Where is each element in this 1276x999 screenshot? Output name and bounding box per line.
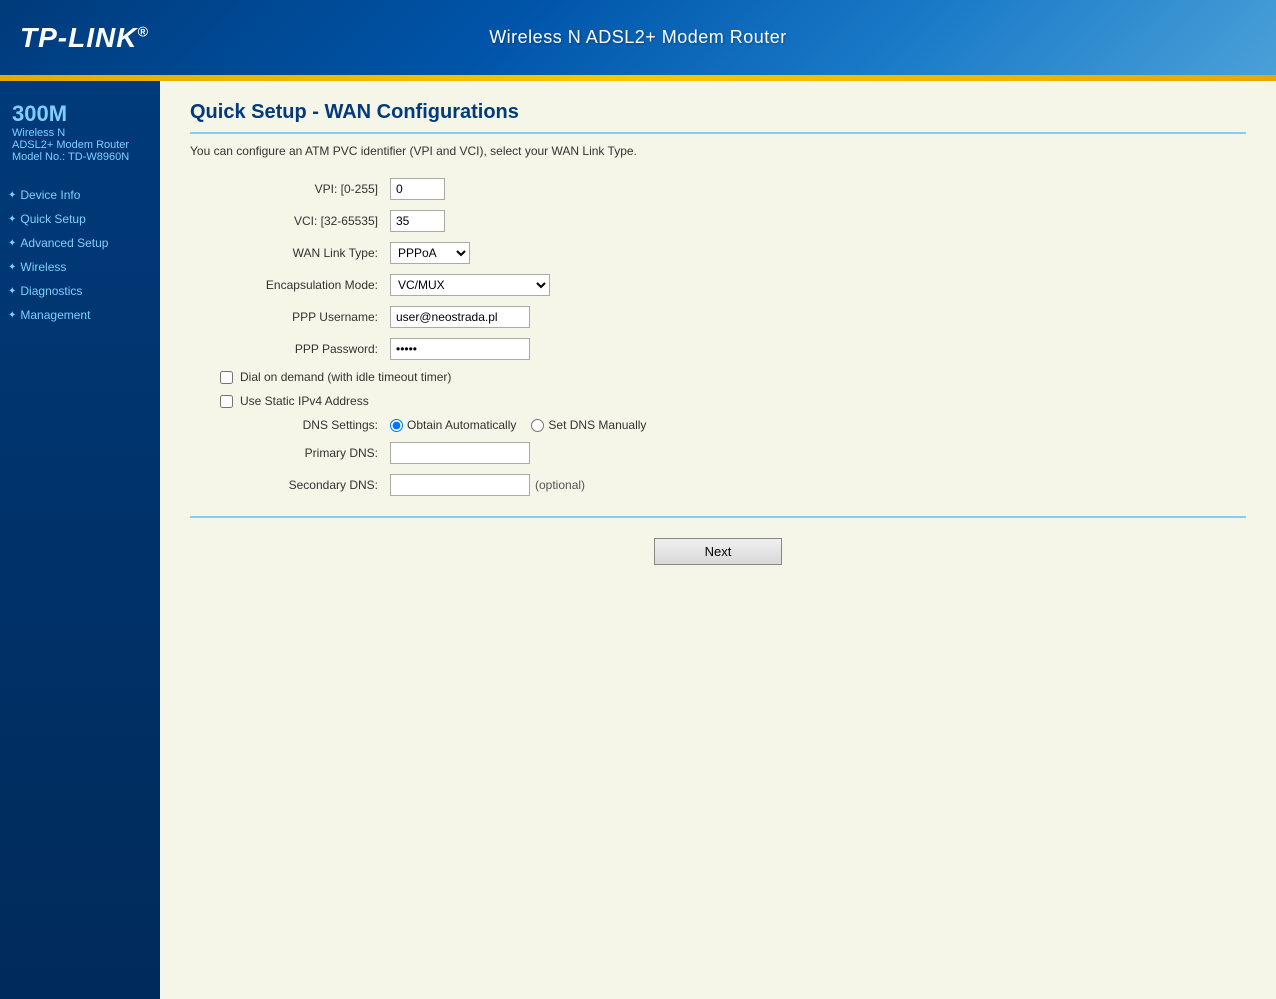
ppp-password-input[interactable] — [390, 338, 530, 360]
wan-link-type-row: WAN Link Type: PPPoA PPPoE IPoA Bridge — [190, 242, 1246, 264]
primary-dns-label: Primary DNS: — [190, 446, 390, 460]
dial-on-demand-label: Dial on demand (with idle timeout timer) — [240, 370, 451, 384]
secondary-dns-input[interactable] — [390, 474, 530, 496]
vpi-label: VPI: [0-255] — [190, 182, 390, 196]
brand-model: Model No.: TD-W8960N — [12, 151, 148, 163]
wan-link-type-label: WAN Link Type: — [190, 246, 390, 260]
bullet-icon: ✦ — [8, 286, 16, 297]
brand-wireless: Wireless N — [12, 127, 148, 139]
wan-link-type-select[interactable]: PPPoA PPPoE IPoA Bridge — [390, 242, 470, 264]
sidebar-item-wireless[interactable]: ✦ Wireless — [0, 255, 160, 279]
sidebar-item-management[interactable]: ✦ Management — [0, 303, 160, 327]
bullet-icon: ✦ — [8, 310, 16, 321]
brand-adsl: ADSL2+ Modem Router — [12, 139, 148, 151]
static-ipv4-row: Use Static IPv4 Address — [190, 394, 1246, 408]
sidebar-item-advanced-setup[interactable]: ✦ Advanced Setup — [0, 231, 160, 255]
description: You can configure an ATM PVC identifier … — [190, 144, 1246, 158]
vpi-input[interactable] — [390, 178, 445, 200]
button-row: Next — [190, 538, 1246, 565]
dial-on-demand-checkbox[interactable] — [220, 371, 233, 384]
secondary-dns-label: Secondary DNS: — [190, 478, 390, 492]
static-ipv4-checkbox[interactable] — [220, 395, 233, 408]
sidebar-item-label: Diagnostics — [20, 284, 82, 298]
vci-input[interactable] — [390, 210, 445, 232]
encapsulation-label: Encapsulation Mode: — [190, 278, 390, 292]
main-content: Quick Setup - WAN Configurations You can… — [160, 81, 1276, 999]
optional-text: (optional) — [535, 478, 585, 492]
dial-on-demand-row: Dial on demand (with idle timeout timer) — [190, 370, 1246, 384]
sidebar-item-device-info[interactable]: ✦ Device Info — [0, 183, 160, 207]
dns-set-manually-option[interactable]: Set DNS Manually — [531, 418, 646, 432]
dns-settings-row: DNS Settings: Obtain Automatically Set D… — [190, 418, 1246, 432]
sidebar-item-label: Wireless — [20, 260, 66, 274]
dns-settings-label: DNS Settings: — [190, 418, 390, 432]
vci-label: VCI: [32-65535] — [190, 214, 390, 228]
bullet-icon: ✦ — [8, 190, 16, 201]
primary-dns-input[interactable] — [390, 442, 530, 464]
form-section: VPI: [0-255] VCI: [32-65535] WAN Link Ty… — [190, 178, 1246, 496]
sidebar-brand: 300M Wireless N ADSL2+ Modem Router Mode… — [0, 91, 160, 178]
sidebar-item-label: Management — [20, 308, 90, 322]
ppp-username-row: PPP Username: — [190, 306, 1246, 328]
sidebar: 300M Wireless N ADSL2+ Modem Router Mode… — [0, 81, 160, 999]
sidebar-item-label: Advanced Setup — [20, 236, 108, 250]
sidebar-item-diagnostics[interactable]: ✦ Diagnostics — [0, 279, 160, 303]
dns-obtain-auto-radio[interactable] — [390, 419, 403, 432]
divider — [190, 516, 1246, 518]
brand-speed: 300M — [12, 101, 148, 127]
sidebar-item-quick-setup[interactable]: ✦ Quick Setup — [0, 207, 160, 231]
layout: 300M Wireless N ADSL2+ Modem Router Mode… — [0, 81, 1276, 999]
vci-row: VCI: [32-65535] — [190, 210, 1246, 232]
dns-set-manually-radio[interactable] — [531, 419, 544, 432]
page-title: Quick Setup - WAN Configurations — [190, 101, 1246, 134]
bullet-icon: ✦ — [8, 262, 16, 273]
sidebar-item-label: Device Info — [20, 188, 80, 202]
dns-radio-group: Obtain Automatically Set DNS Manually — [390, 418, 646, 432]
sidebar-item-label: Quick Setup — [20, 212, 85, 226]
ppp-username-label: PPP Username: — [190, 310, 390, 324]
bullet-icon: ✦ — [8, 214, 16, 225]
next-button[interactable]: Next — [654, 538, 783, 565]
ppp-password-label: PPP Password: — [190, 342, 390, 356]
static-ipv4-label: Use Static IPv4 Address — [240, 394, 369, 408]
encapsulation-select[interactable]: VC/MUX LLC/SNAP — [390, 274, 550, 296]
secondary-dns-row: Secondary DNS: (optional) — [190, 474, 1246, 496]
dns-obtain-auto-option[interactable]: Obtain Automatically — [390, 418, 516, 432]
vpi-row: VPI: [0-255] — [190, 178, 1246, 200]
primary-dns-row: Primary DNS: — [190, 442, 1246, 464]
header-title: Wireless N ADSL2+ Modem Router — [0, 27, 1276, 48]
dns-obtain-auto-label: Obtain Automatically — [407, 418, 516, 432]
ppp-username-input[interactable] — [390, 306, 530, 328]
header: TP-LINK® Wireless N ADSL2+ Modem Router — [0, 0, 1276, 75]
bullet-icon: ✦ — [8, 238, 16, 249]
dns-set-manually-label: Set DNS Manually — [548, 418, 646, 432]
sidebar-nav: ✦ Device Info ✦ Quick Setup ✦ Advanced S… — [0, 183, 160, 327]
ppp-password-row: PPP Password: — [190, 338, 1246, 360]
encapsulation-row: Encapsulation Mode: VC/MUX LLC/SNAP — [190, 274, 1246, 296]
